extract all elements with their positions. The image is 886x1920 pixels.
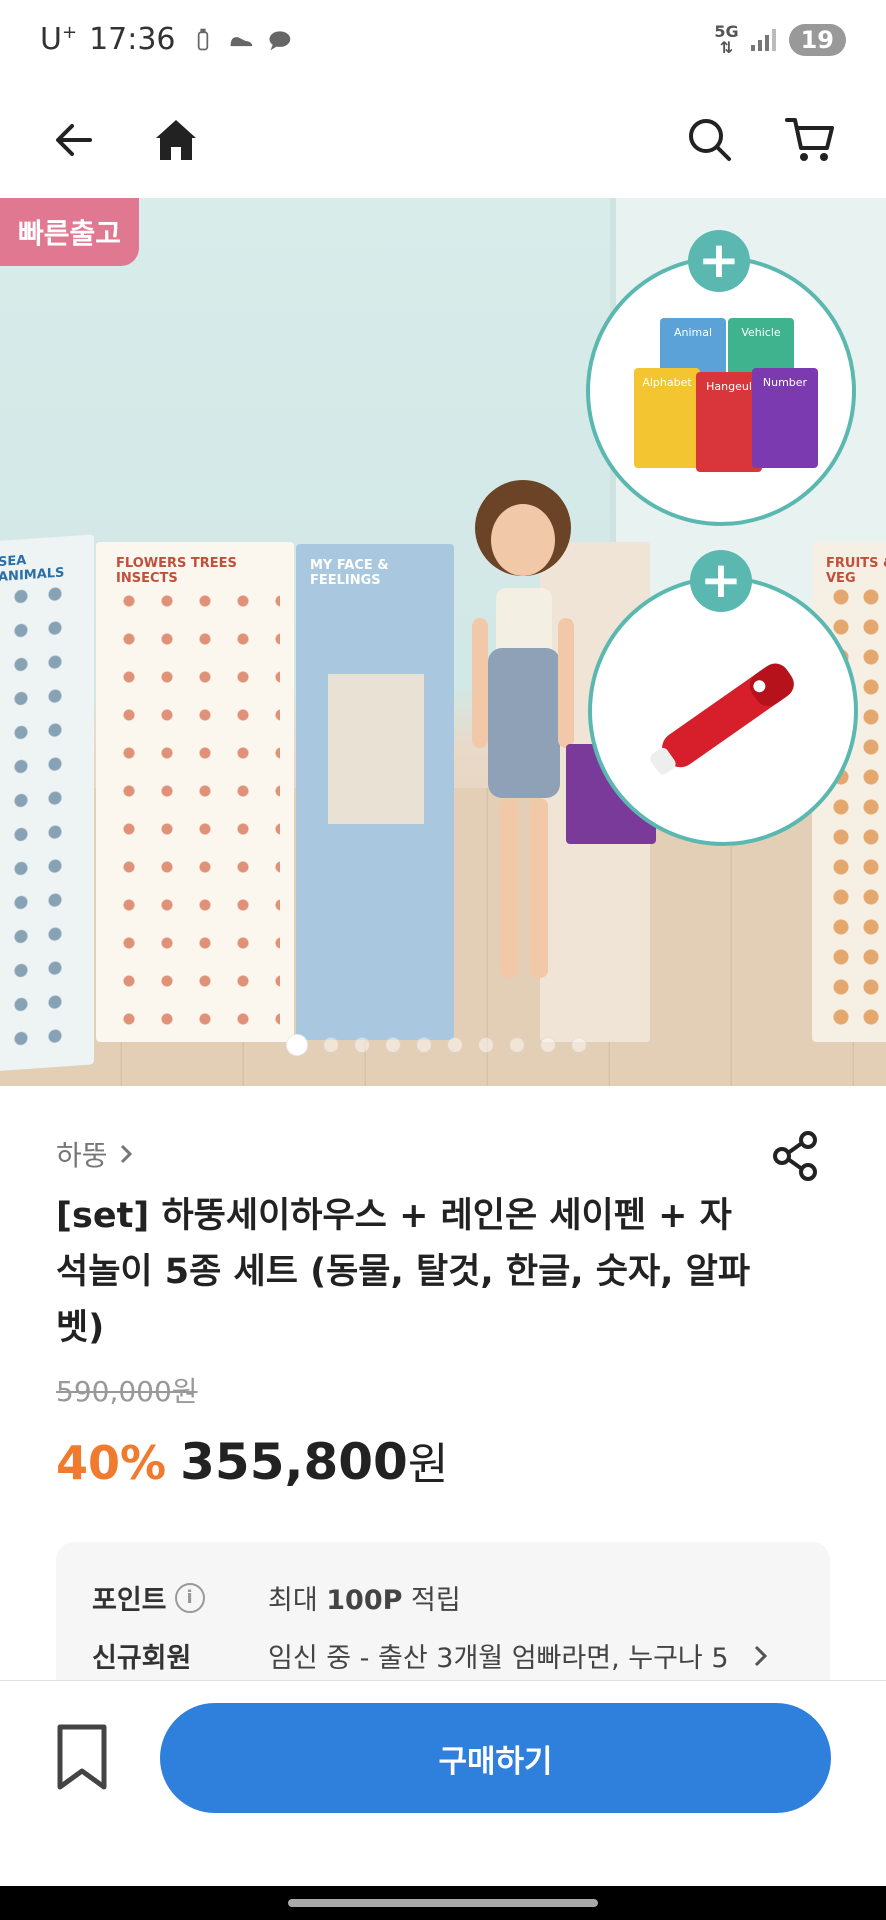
search-icon [689, 119, 731, 161]
cart-button[interactable] [776, 106, 844, 174]
status-bar: U+ 17:36 5G ⇅ 19 [0, 0, 886, 84]
benefit-row-new-member[interactable]: 신규회원 임신 중 - 출산 3개월 엄빠라면, 누구나 5 [92, 1636, 832, 1675]
carousel-dot[interactable] [323, 1037, 339, 1053]
books-bundle-circle: Animal Vehicle Alphabet Hangeul Number [586, 256, 856, 526]
carousel-dot[interactable] [447, 1037, 463, 1053]
product-title: [set] 하뚱세이하우스 + 레인온 세이펜 + 자석놀이 5종 세트 (동물… [56, 1196, 751, 1348]
brand-name: 하뚱 [56, 1139, 108, 1172]
say-pen-circle [588, 576, 858, 846]
poster-sea-animals: SEA ANIMALS [0, 534, 94, 1072]
fast-delivery-badge: 빠른출고 [0, 198, 140, 266]
shoe-icon [230, 36, 252, 46]
carousel-dot[interactable] [286, 1034, 308, 1056]
carousel-dot[interactable] [478, 1037, 494, 1053]
cart-icon [785, 118, 834, 161]
battery-indicator: 19 [788, 24, 846, 56]
new-member-label: 신규회원 [92, 1643, 192, 1674]
bookmark-icon[interactable] [52, 1723, 112, 1793]
original-price: 590,000원 [56, 1375, 198, 1408]
home-icon [156, 120, 196, 160]
chevron-right-icon [120, 1144, 132, 1164]
network-indicator: 5G ⇅ [714, 22, 739, 57]
poster-flowers: FLOWERS TREES INSECTS [96, 542, 294, 1042]
carousel-dot[interactable] [385, 1037, 401, 1053]
system-nav-bar [0, 1886, 886, 1920]
product-image-carousel[interactable]: SEA ANIMALS FLOWERS TREES INSECTS MY FAC… [0, 198, 886, 1086]
carousel-dot[interactable] [416, 1037, 432, 1053]
say-pen-image [650, 663, 794, 775]
plus-icon: + [688, 230, 750, 292]
clock: 17:36 [89, 22, 176, 57]
baby-bottle-icon [197, 28, 208, 50]
back-button[interactable] [40, 106, 108, 174]
app-header [0, 84, 886, 198]
chevron-right-icon [754, 1645, 767, 1666]
discount-rate: 40% [56, 1436, 167, 1490]
points-value: 최대 100P 적립 [268, 1585, 461, 1616]
signal-icon [750, 29, 776, 51]
search-button[interactable] [676, 106, 744, 174]
back-arrow-icon [56, 124, 92, 156]
home-gesture-pill[interactable] [288, 1899, 598, 1907]
book-alphabet: Alphabet [634, 368, 700, 468]
benefit-row-points: 포인트 i 최대 100P 적립 [92, 1578, 461, 1617]
carousel-dot[interactable] [571, 1037, 587, 1053]
points-label: 포인트 [92, 1585, 167, 1616]
brand-link[interactable]: 하뚱 [56, 1134, 134, 1174]
plus-icon: + [690, 550, 752, 612]
new-member-value: 임신 중 - 출산 3개월 엄빠라면, 누구나 5 [268, 1643, 729, 1674]
share-icon[interactable] [768, 1128, 824, 1184]
price-row: 40% 355,800 원 [56, 1428, 448, 1492]
bottom-action-bar: 구매하기 [0, 1680, 886, 1886]
home-button[interactable] [142, 106, 210, 174]
carousel-dot[interactable] [509, 1037, 525, 1053]
currency-unit: 원 [407, 1439, 449, 1490]
carousel-indicator [286, 1034, 587, 1056]
poster-feelings: MY FACE & FEELINGS [296, 544, 454, 1040]
carrier-label: U+ [40, 22, 78, 57]
buy-button[interactable]: 구매하기 [160, 1703, 831, 1813]
carousel-dot[interactable] [354, 1037, 370, 1053]
book-number: Number [752, 368, 818, 468]
info-icon[interactable]: i [174, 1582, 205, 1613]
sale-price: 355,800 [180, 1433, 408, 1491]
carousel-dot[interactable] [540, 1037, 556, 1053]
chat-icon [268, 30, 290, 50]
